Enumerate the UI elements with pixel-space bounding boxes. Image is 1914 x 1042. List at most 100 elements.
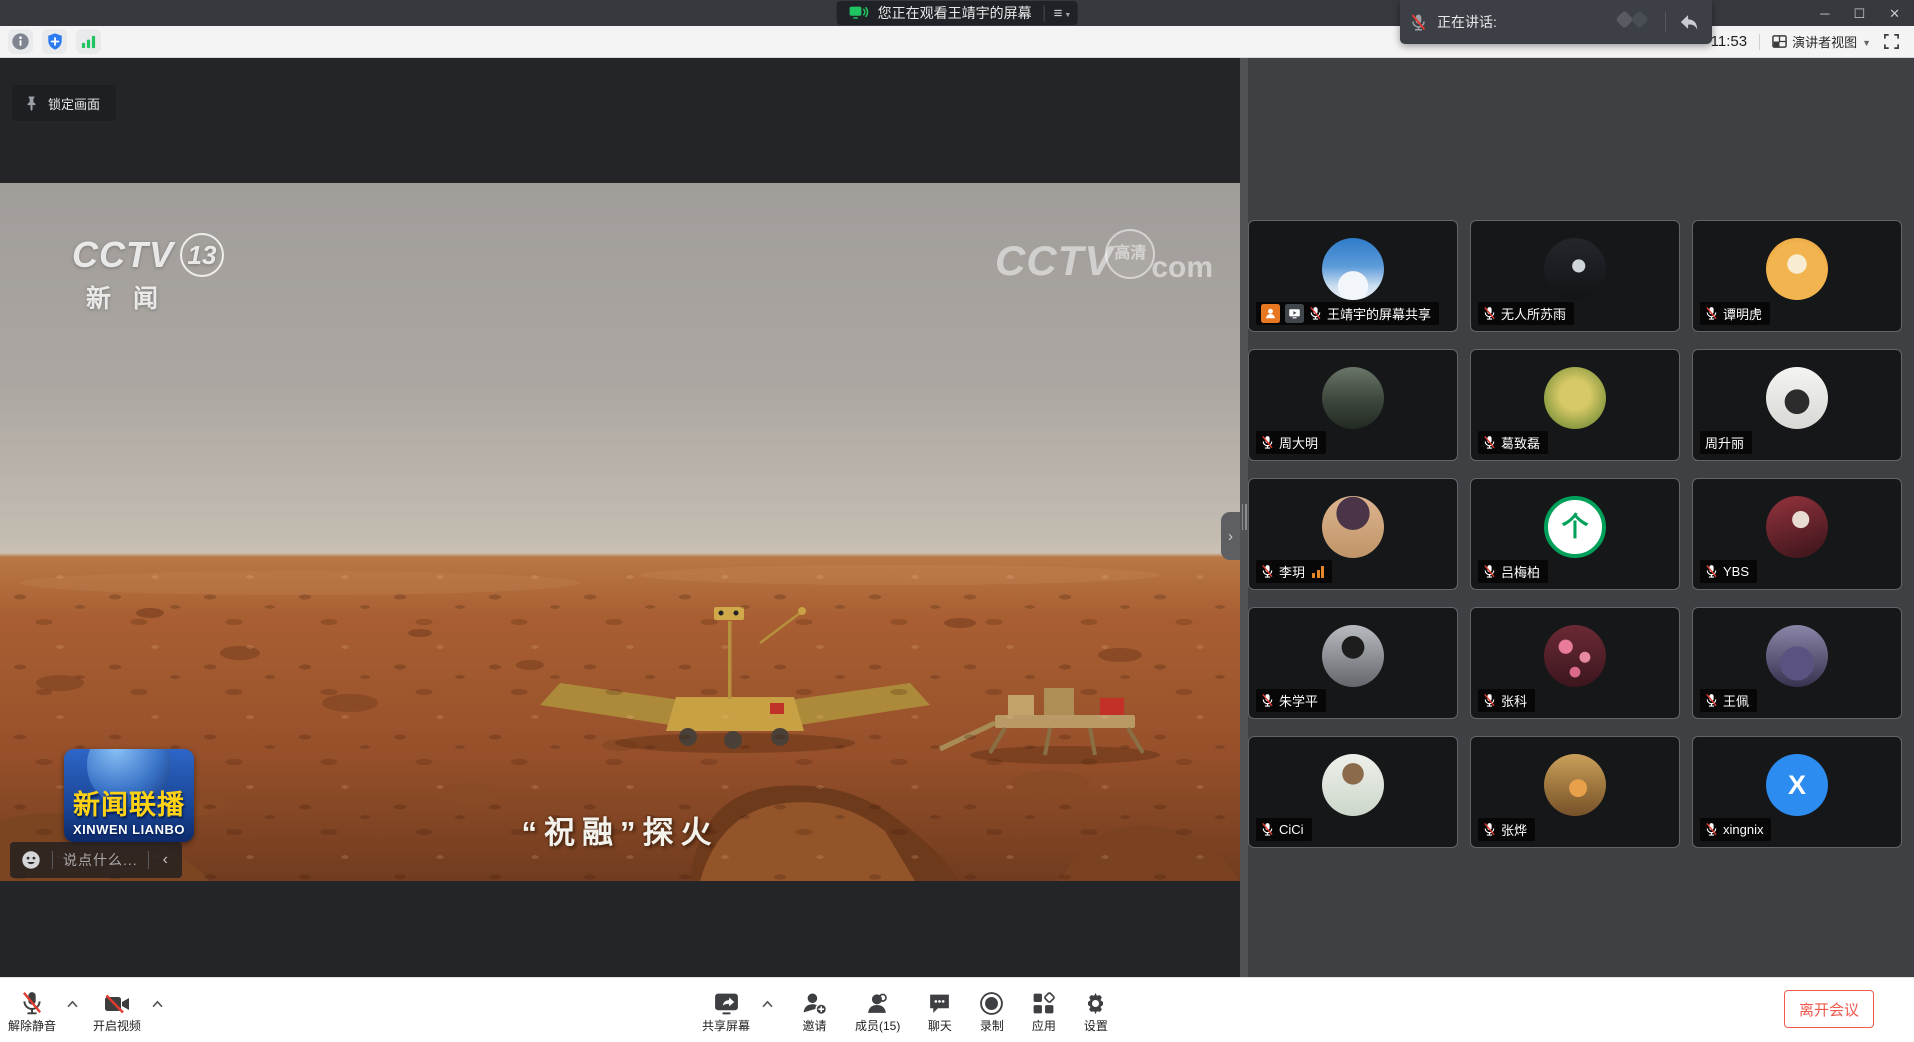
participant-tile[interactable]: CiCi xyxy=(1248,736,1458,848)
invite-button[interactable]: 邀请 xyxy=(801,990,828,1032)
participant-tile[interactable]: 张烨 xyxy=(1470,736,1680,848)
broadcast-video: CCTV 13 新闻 CCTV 高清 com 新闻联播 XINWEN LIANB… xyxy=(0,183,1240,881)
participant-tile[interactable]: 王靖宇的屏幕共享 xyxy=(1248,220,1458,332)
unmute-button[interactable]: 解除静音 xyxy=(8,990,56,1032)
cctv-com-watermark: CCTV 高清 com xyxy=(995,239,1213,283)
avatar: 个 xyxy=(1544,496,1606,558)
panel-divider xyxy=(1665,12,1666,32)
participant-tile[interactable]: 周升丽 xyxy=(1692,349,1902,461)
viewing-banner-text: 您正在观看王靖宇的屏幕 xyxy=(878,3,1032,23)
participant-tile[interactable]: 张科 xyxy=(1470,607,1680,719)
meeting-info-icon[interactable] xyxy=(8,29,33,54)
clock-time: 11:53 xyxy=(1711,33,1747,50)
view-mode-dropdown[interactable]: 演讲者视图 ▼ xyxy=(1772,32,1871,51)
participant-namebar: 王佩 xyxy=(1700,689,1757,712)
participant-tile[interactable]: 李玥 xyxy=(1248,478,1458,590)
avatar xyxy=(1766,625,1828,687)
speaking-panel: 正在讲话: xyxy=(1400,0,1712,44)
window-controls: ─ ☐ ✕ xyxy=(1820,0,1900,26)
banner-menu-icon[interactable]: ≡ ▼ xyxy=(1044,5,1072,22)
participant-tile[interactable]: 葛致磊 xyxy=(1470,349,1680,461)
apps-icon xyxy=(1031,990,1056,1016)
sidebar-collapse-handle[interactable]: › xyxy=(1221,512,1240,560)
divider xyxy=(1759,34,1760,50)
shared-screen-pane: CCTV 13 新闻 CCTV 高清 com 新闻联播 XINWEN LIANB… xyxy=(0,57,1240,977)
chat-bubble-icon xyxy=(927,990,952,1016)
chat-collapse-icon[interactable]: ‹ xyxy=(159,851,172,869)
share-screen-icon xyxy=(713,990,740,1016)
participant-tile[interactable]: 王佩 xyxy=(1692,607,1902,719)
minimize-button[interactable]: ─ xyxy=(1820,7,1829,20)
participant-name: 周大明 xyxy=(1279,433,1318,452)
participant-namebar: 周升丽 xyxy=(1700,431,1752,454)
network-signal-icon[interactable] xyxy=(76,29,101,54)
settings-button[interactable]: 设置 xyxy=(1083,990,1108,1032)
avatar xyxy=(1322,754,1384,816)
share-screen-button[interactable]: 共享屏幕 xyxy=(702,990,750,1032)
participant-name: 朱学平 xyxy=(1279,691,1318,710)
participant-tile[interactable]: 周大明 xyxy=(1248,349,1458,461)
avatar: X xyxy=(1766,754,1828,816)
lock-view-label: 锁定画面 xyxy=(48,94,100,113)
divider xyxy=(52,851,53,869)
gear-icon xyxy=(1083,990,1108,1016)
avatar xyxy=(1766,496,1828,558)
avatar xyxy=(1544,367,1606,429)
lock-view-button[interactable]: 锁定画面 xyxy=(12,85,116,121)
participant-namebar: 谭明虎 xyxy=(1700,302,1770,325)
presenter-badge-icon xyxy=(1261,304,1280,323)
quick-chat-bar: 说点什么... ‹ xyxy=(10,842,182,878)
participant-name: 张科 xyxy=(1501,691,1527,710)
share-options-caret[interactable] xyxy=(761,1000,774,1008)
avatar xyxy=(1322,238,1384,300)
banner-menu-caret-icon: ▼ xyxy=(1064,12,1071,19)
participant-tile[interactable]: 无人所苏雨 xyxy=(1470,220,1680,332)
fullscreen-button[interactable] xyxy=(1883,33,1900,50)
participant-tile[interactable]: YBS xyxy=(1692,478,1902,590)
mic-muted-icon xyxy=(1309,306,1322,321)
back-to-meeting-button[interactable] xyxy=(1676,10,1702,34)
avatar-glyph: X xyxy=(1788,772,1806,799)
participant-tile[interactable]: X xingnix xyxy=(1692,736,1902,848)
participant-name: 王靖宇的屏幕共享 xyxy=(1327,304,1431,323)
record-button[interactable]: 录制 xyxy=(979,990,1004,1032)
chat-button[interactable]: 聊天 xyxy=(927,990,952,1032)
members-button[interactable]: 成员(15) xyxy=(855,990,900,1032)
mic-muted-icon xyxy=(1483,693,1496,708)
mic-muted-icon xyxy=(1705,822,1718,837)
pane-splitter[interactable] xyxy=(1240,57,1248,977)
mic-muted-icon xyxy=(1410,13,1427,32)
participant-name: YBS xyxy=(1723,564,1749,579)
mic-muted-icon xyxy=(1261,693,1274,708)
mic-muted-icon xyxy=(1705,564,1718,579)
mic-muted-icon xyxy=(1483,822,1496,837)
apps-button[interactable]: 应用 xyxy=(1031,990,1056,1032)
participant-namebar: 李玥 xyxy=(1256,560,1332,583)
participant-namebar: 张烨 xyxy=(1478,818,1535,841)
emoji-icon[interactable] xyxy=(20,849,42,871)
participant-name: 吕梅柏 xyxy=(1501,562,1540,581)
participant-tile[interactable]: 朱学平 xyxy=(1248,607,1458,719)
screen-share-active-icon xyxy=(849,5,869,21)
mic-muted-icon xyxy=(1705,306,1718,321)
participant-tile[interactable]: 个 吕梅柏 xyxy=(1470,478,1680,590)
participant-name: xingnix xyxy=(1723,822,1763,837)
video-options-caret[interactable] xyxy=(151,1000,164,1008)
close-button[interactable]: ✕ xyxy=(1889,7,1900,20)
main-area: CCTV 13 新闻 CCTV 高清 com 新闻联播 XINWEN LIANB… xyxy=(0,57,1914,977)
participant-namebar: 葛致磊 xyxy=(1478,431,1548,454)
avatar xyxy=(1322,496,1384,558)
chat-input-placeholder[interactable]: 说点什么... xyxy=(63,850,138,870)
voov-meeting-window: 您正在观看王靖宇的屏幕 ≡ ▼ ─ ☐ ✕ 正在讲话: xyxy=(0,0,1914,1042)
leave-meeting-button[interactable]: 离开会议 xyxy=(1784,990,1874,1028)
speaking-label: 正在讲话: xyxy=(1437,12,1497,32)
bottom-toolbar: 解除静音 开启视频 xyxy=(0,977,1914,1042)
mic-muted-icon xyxy=(1483,306,1496,321)
avatar xyxy=(1766,238,1828,300)
weak-signal-icon xyxy=(1312,566,1324,578)
audio-options-caret[interactable] xyxy=(66,1000,79,1008)
security-shield-icon[interactable] xyxy=(42,29,67,54)
start-video-button[interactable]: 开启视频 xyxy=(93,990,141,1032)
maximize-button[interactable]: ☐ xyxy=(1853,7,1865,20)
participant-tile[interactable]: 谭明虎 xyxy=(1692,220,1902,332)
